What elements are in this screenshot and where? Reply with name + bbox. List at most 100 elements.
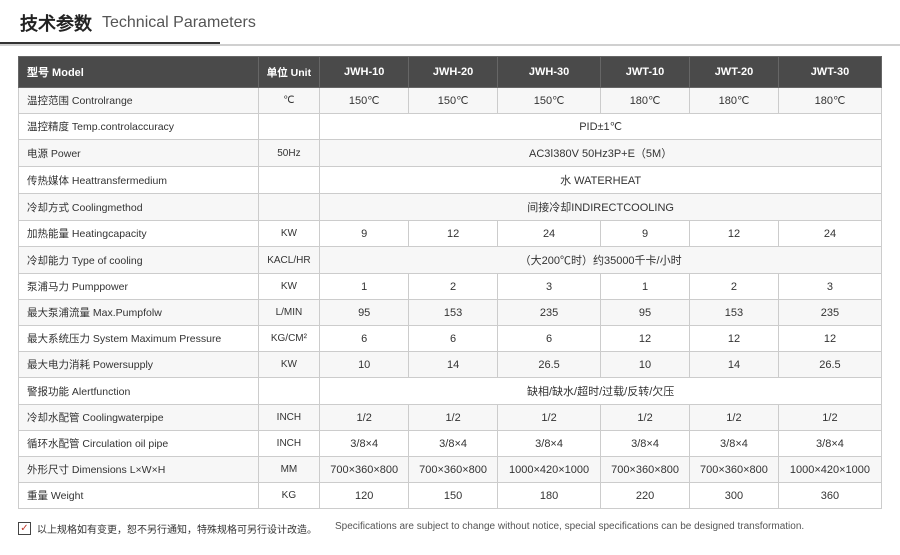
table-row: 冷却水配管 CoolingwaterpipeINCH1/21/21/21/21/… xyxy=(19,405,882,431)
col-header-unit: 单位 Unit xyxy=(258,57,320,88)
cell-jwt20: 3/8×4 xyxy=(690,431,779,457)
cell-jwh30: 235 xyxy=(498,300,601,326)
cell-jwh30: 3/8×4 xyxy=(498,431,601,457)
table-row: 泵浦马力 PumppowerKW123123 xyxy=(19,274,882,300)
col-header-jwh20: JWH-20 xyxy=(409,57,498,88)
cell-param: 加热能量 Heatingcapacity xyxy=(19,221,259,247)
cell-jwh10: 6 xyxy=(320,326,409,352)
cell-param: 最大系统压力 System Maximum Pressure xyxy=(19,326,259,352)
cell-unit: ℃ xyxy=(258,88,320,114)
cell-jwt20: 153 xyxy=(690,300,779,326)
cell-jwh10: 1/2 xyxy=(320,405,409,431)
cell-param: 重量 Weight xyxy=(19,483,259,509)
cell-jwh10: 95 xyxy=(320,300,409,326)
cell-jwt30: 235 xyxy=(778,300,881,326)
table-row: 加热能量 HeatingcapacityKW9122491224 xyxy=(19,221,882,247)
cell-merged: PID±1℃ xyxy=(320,114,882,140)
cell-jwt20: 14 xyxy=(690,352,779,378)
cell-unit: L/MIN xyxy=(258,300,320,326)
cell-unit: INCH xyxy=(258,431,320,457)
cell-jwh10: 3/8×4 xyxy=(320,431,409,457)
cell-param: 冷却方式 Coolingmethod xyxy=(19,194,259,221)
cell-unit: MM xyxy=(258,457,320,483)
cell-jwt30: 26.5 xyxy=(778,352,881,378)
cell-jwh10: 700×360×800 xyxy=(320,457,409,483)
table-wrapper: 型号 Model 单位 Unit JWH-10 JWH-20 JWH-30 JW… xyxy=(0,46,900,515)
cell-merged: AC3ǀ380V 50Hz3P+E（5M） xyxy=(320,140,882,167)
cell-jwh30: 180 xyxy=(498,483,601,509)
cell-unit: KW xyxy=(258,352,320,378)
cell-unit: KW xyxy=(258,274,320,300)
cell-unit: KACL/HR xyxy=(258,247,320,274)
cell-jwt10: 10 xyxy=(601,352,690,378)
col-header-jwh30: JWH-30 xyxy=(498,57,601,88)
cell-jwh10: 120 xyxy=(320,483,409,509)
cell-jwh30: 1/2 xyxy=(498,405,601,431)
cell-param: 温控范围 Controlrange xyxy=(19,88,259,114)
table-row: 电源 Power50HzAC3ǀ380V 50Hz3P+E（5M） xyxy=(19,140,882,167)
cell-jwt20: 2 xyxy=(690,274,779,300)
cell-jwt10: 3/8×4 xyxy=(601,431,690,457)
cell-param: 泵浦马力 Pumppower xyxy=(19,274,259,300)
footer-zh: 以上规格如有变更，恕不另行通知，特殊规格可另行设计改造。 xyxy=(37,521,317,536)
table-row: 温控范围 Controlrange℃150℃150℃150℃180℃180℃18… xyxy=(19,88,882,114)
cell-jwh20: 700×360×800 xyxy=(409,457,498,483)
cell-jwt20: 1/2 xyxy=(690,405,779,431)
cell-merged: 间接冷却INDIRECTCOOLING xyxy=(320,194,882,221)
cell-jwh20: 1/2 xyxy=(409,405,498,431)
cell-jwh20: 3/8×4 xyxy=(409,431,498,457)
cell-jwt30: 1/2 xyxy=(778,405,881,431)
cell-param: 最大泵浦流量 Max.Pumpfolw xyxy=(19,300,259,326)
cell-jwh30: 26.5 xyxy=(498,352,601,378)
cell-jwh20: 153 xyxy=(409,300,498,326)
cell-jwh30: 24 xyxy=(498,221,601,247)
table-row: 冷却能力 Type of coolingKACL/HR（大200℃时）约3500… xyxy=(19,247,882,274)
cell-unit xyxy=(258,378,320,405)
cell-jwh30: 6 xyxy=(498,326,601,352)
cell-jwh20: 14 xyxy=(409,352,498,378)
cell-param: 冷却能力 Type of cooling xyxy=(19,247,259,274)
cell-jwt30: 180℃ xyxy=(778,88,881,114)
cell-jwt10: 9 xyxy=(601,221,690,247)
table-row: 循环水配管 Circulation oil pipeINCH3/8×43/8×4… xyxy=(19,431,882,457)
col-header-jwt10: JWT-10 xyxy=(601,57,690,88)
cell-param: 循环水配管 Circulation oil pipe xyxy=(19,431,259,457)
cell-jwh20: 150 xyxy=(409,483,498,509)
cell-jwt30: 3 xyxy=(778,274,881,300)
cell-jwt10: 220 xyxy=(601,483,690,509)
header: 技术参数 Technical Parameters xyxy=(0,0,900,46)
table-row: 温控精度 Temp.controlaccuracy PID±1℃ xyxy=(19,114,882,140)
cell-jwt10: 95 xyxy=(601,300,690,326)
cell-jwt10: 700×360×800 xyxy=(601,457,690,483)
cell-jwh10: 9 xyxy=(320,221,409,247)
cell-param: 警报功能 Alertfunction xyxy=(19,378,259,405)
cell-merged: 水 WATERHEAT xyxy=(320,167,882,194)
spec-table: 型号 Model 单位 Unit JWH-10 JWH-20 JWH-30 JW… xyxy=(18,56,882,509)
table-row: 冷却方式 Coolingmethod 间接冷却INDIRECTCOOLING xyxy=(19,194,882,221)
table-row: 传热媒体 Heattransfermedium 水 WATERHEAT xyxy=(19,167,882,194)
table-row: 最大电力消耗 PowersupplyKW101426.5101426.5 xyxy=(19,352,882,378)
cell-jwt20: 300 xyxy=(690,483,779,509)
cell-jwt30: 360 xyxy=(778,483,881,509)
cell-jwt30: 12 xyxy=(778,326,881,352)
cell-jwt20: 12 xyxy=(690,221,779,247)
col-header-model: 型号 Model xyxy=(19,57,259,88)
cell-unit: KG/CM² xyxy=(258,326,320,352)
cell-jwh30: 1000×420×1000 xyxy=(498,457,601,483)
table-row: 最大系统压力 System Maximum PressureKG/CM²6661… xyxy=(19,326,882,352)
cell-param: 最大电力消耗 Powersupply xyxy=(19,352,259,378)
cell-jwh30: 150℃ xyxy=(498,88,601,114)
cell-jwt10: 180℃ xyxy=(601,88,690,114)
cell-merged: 缺相/缺水/超时/过载/反转/欠压 xyxy=(320,378,882,405)
cell-jwt20: 12 xyxy=(690,326,779,352)
footer-en: Specifications are subject to change wit… xyxy=(335,521,804,532)
table-row: 重量 WeightKG120150180220300360 xyxy=(19,483,882,509)
cell-jwh10: 10 xyxy=(320,352,409,378)
col-header-jwh10: JWH-10 xyxy=(320,57,409,88)
table-header-row: 型号 Model 单位 Unit JWH-10 JWH-20 JWH-30 JW… xyxy=(19,57,882,88)
cell-jwt20: 700×360×800 xyxy=(690,457,779,483)
cell-jwt10: 1/2 xyxy=(601,405,690,431)
cell-jwh20: 12 xyxy=(409,221,498,247)
cell-param: 温控精度 Temp.controlaccuracy xyxy=(19,114,259,140)
cell-param: 传热媒体 Heattransfermedium xyxy=(19,167,259,194)
